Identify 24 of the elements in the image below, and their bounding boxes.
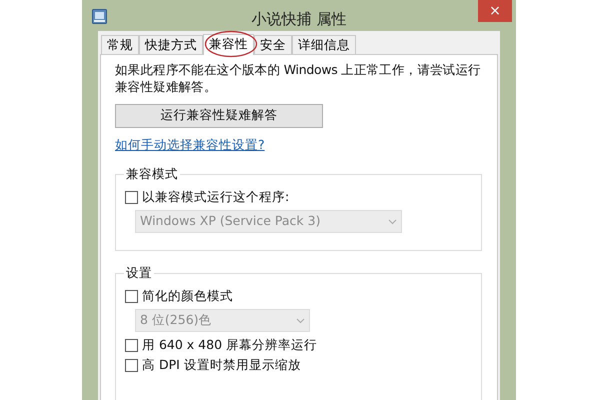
- intro-text: 如果此程序不能在这个版本的 Windows 上正常工作，请尝试运行兼容性疑难解答。: [115, 60, 482, 94]
- window-title: 小说快捕 属性: [252, 9, 346, 30]
- checkbox[interactable]: [125, 338, 138, 352]
- app-icon: [92, 9, 107, 24]
- close-button[interactable]: ×: [478, 0, 512, 22]
- checkbox-label: 高 DPI 设置时禁用显示缩放: [142, 356, 301, 374]
- annotation-ellipse: [204, 30, 258, 58]
- chevron-icon: [388, 218, 397, 225]
- help-link[interactable]: 如何手动选择兼容性设置?: [115, 136, 265, 154]
- tab[interactable]: 兼容性: [203, 34, 254, 54]
- checkbox[interactable]: [125, 290, 138, 303]
- group-title: 设置: [124, 265, 154, 282]
- group-title: 兼容模式: [124, 166, 180, 182]
- tab[interactable]: 快捷方式: [139, 34, 203, 54]
- tab[interactable]: 详细信息: [292, 34, 356, 54]
- troubleshoot-button[interactable]: 运行兼容性疑难解答: [115, 104, 323, 128]
- checkbox[interactable]: [125, 358, 138, 372]
- tab[interactable]: 常规: [101, 34, 139, 54]
- checkbox-label: 以兼容模式运行这个程序:: [142, 188, 290, 206]
- checkbox[interactable]: [125, 190, 138, 204]
- tab[interactable]: 安全: [254, 34, 292, 54]
- checkbox-label: 简化的颜色模式: [142, 286, 233, 305]
- checkbox-label: 用 640 x 480 屏幕分辨率运行: [142, 336, 318, 354]
- chevron-icon: [296, 318, 305, 324]
